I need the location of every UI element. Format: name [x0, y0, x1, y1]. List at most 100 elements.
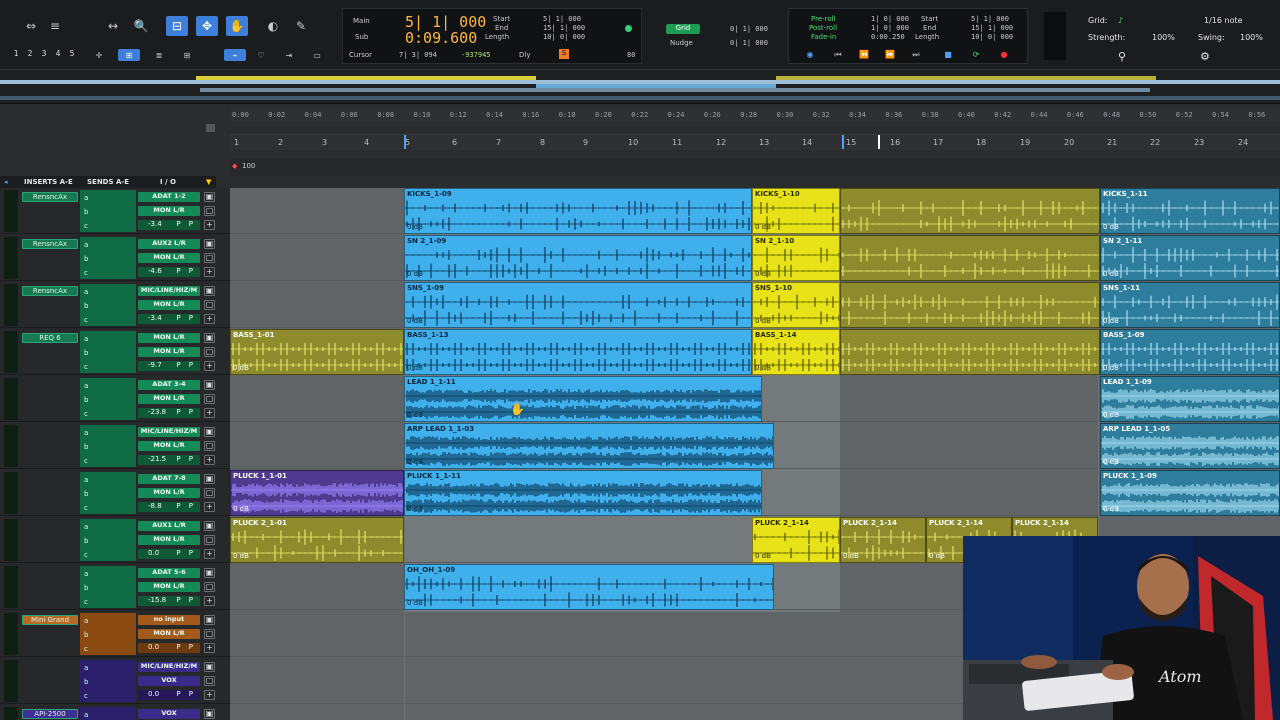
volume-value[interactable]: -3.4 [148, 314, 162, 322]
send-slot-label[interactable]: c [84, 410, 88, 418]
length-value[interactable]: 10| 0| 000 [543, 33, 585, 41]
grid-setting-value[interactable]: 1/16 note [1204, 16, 1243, 25]
send-slot-label[interactable]: b [84, 584, 88, 592]
track-input-icon[interactable]: ▢ [204, 441, 215, 451]
track-record-icon[interactable]: ▣ [204, 615, 215, 625]
audio-clip[interactable]: KICKS_1-10 0 dB [752, 188, 840, 234]
timecode-ruler[interactable]: 0:00 0:02 0:04 0:06 0:08 0:10 0:12 0:14 0:16 0:18… [230, 108, 1280, 122]
send-slot-label[interactable]: c [84, 269, 88, 277]
insertion-follows-icon[interactable]: ▭ [308, 49, 326, 61]
io-output-selector[interactable]: MON L/R [138, 582, 200, 592]
volume-value[interactable]: 0.0 [148, 549, 159, 557]
transport-length-value[interactable]: 10| 0| 000 [971, 33, 1013, 41]
audio-clip[interactable]: LEAD 1_1-09 0 dB [1100, 376, 1280, 422]
send-slot-label[interactable]: a [84, 335, 88, 343]
volume-pan-display[interactable]: -3.4 P P [138, 314, 200, 324]
send-slot-label[interactable]: b [84, 349, 88, 357]
insert-slot[interactable]: RensncAx [22, 286, 78, 296]
tempo-value[interactable]: 80 [627, 51, 635, 59]
audio-clip[interactable]: PLUCK 2_1-14 0 dB [840, 517, 926, 563]
postroll-label[interactable]: Post-roll [809, 24, 837, 32]
sends-column[interactable]: abc [80, 613, 136, 655]
send-slot-label[interactable]: b [84, 443, 88, 451]
send-slot-label[interactable]: b [84, 537, 88, 545]
track-input-icon[interactable]: ▢ [204, 206, 215, 216]
edit-mode-shuffle-icon[interactable]: ✛ [92, 49, 106, 61]
audio-clip[interactable]: ARP LEAD 1_1-05 0 dB [1100, 423, 1280, 469]
sends-column[interactable]: abc [80, 331, 136, 373]
track-strip[interactable]: a b c ADAT 5-6 MON L/R -15.8 P P ▣ ▢ + [0, 564, 230, 610]
send-slot-label[interactable]: c [84, 504, 88, 512]
sends-column[interactable]: abc [80, 660, 136, 702]
add-insert-icon[interactable]: + [204, 408, 215, 418]
io-input-selector[interactable]: MIC/LINE/HIZ/M [138, 662, 200, 672]
strength-value[interactable]: 100% [1152, 33, 1175, 42]
zoom-height-icon[interactable]: ≡ [44, 16, 66, 36]
track-options-icon[interactable]: ▼ [206, 178, 211, 186]
track-record-icon[interactable]: ▣ [204, 521, 215, 531]
io-input-selector[interactable]: MIC/LINE/HIZ/M [138, 286, 200, 296]
track-record-icon[interactable]: ▣ [204, 380, 215, 390]
stop-icon[interactable]: ■ [937, 50, 959, 62]
volume-value[interactable]: -23.8 [148, 408, 166, 416]
pan-value[interactable]: P P [176, 455, 196, 463]
track-strip[interactable]: RensncAx a b c ADAT 1-2 MON L/R -3.4 P P ▣ ▢ + [0, 188, 230, 234]
online-indicator-icon[interactable] [625, 25, 632, 32]
audio-clip[interactable]: PLUCK 1_1-01 0 dB [230, 470, 404, 516]
volume-value[interactable]: -9.7 [148, 361, 162, 369]
grid-value[interactable]: 0| 1| 000 [730, 25, 768, 33]
io-input-selector[interactable]: no input [138, 615, 200, 625]
audio-clip[interactable]: LEAD 1_1-11 0 dB [404, 376, 762, 422]
track-input-icon[interactable]: ▢ [204, 347, 215, 357]
audio-clip[interactable]: PLUCK 2_1-14 0 dB [752, 517, 840, 563]
go-to-end-icon[interactable]: ⏭ [905, 50, 927, 62]
io-output-selector[interactable]: MON L/R [138, 206, 200, 216]
send-slot-label[interactable]: c [84, 551, 88, 559]
audio-clip[interactable]: BASS_1-09 0 dB [1100, 329, 1280, 375]
volume-pan-display[interactable]: 0.0 P P [138, 643, 200, 653]
add-insert-icon[interactable]: + [204, 455, 215, 465]
track-input-icon[interactable]: ▢ [204, 676, 215, 686]
record-icon[interactable]: ● [993, 50, 1015, 62]
end-value[interactable]: 15| 1| 000 [543, 24, 585, 32]
add-insert-icon[interactable]: + [204, 502, 215, 512]
grid-badge[interactable]: Grid [666, 24, 700, 34]
inserts-header[interactable]: INSERTS A-E [24, 178, 73, 186]
return-to-zero-icon[interactable]: ⏮ [827, 50, 849, 62]
fadein-label[interactable]: Fade-in [811, 33, 836, 41]
track-number-1[interactable]: 1 [10, 49, 22, 61]
link-icon[interactable]: ⌁ [224, 49, 246, 61]
online-icon[interactable]: ◉ [799, 50, 821, 62]
nudge-value[interactable]: 0| 1| 000 [730, 39, 768, 47]
io-output-selector[interactable]: MON L/R [138, 488, 200, 498]
pan-value[interactable]: P P [176, 549, 196, 557]
send-slot-label[interactable]: a [84, 570, 88, 578]
sends-column[interactable]: abc [80, 472, 136, 514]
volume-pan-display[interactable]: -23.8 P P [138, 408, 200, 418]
io-output-selector[interactable]: MON L/R [138, 394, 200, 404]
audio-clip[interactable]: PLUCK 1_1-11 0 dB [404, 470, 762, 516]
io-input-selector[interactable]: ADAT 7-8 [138, 474, 200, 484]
sends-column[interactable]: abc [80, 707, 136, 720]
send-slot-label[interactable]: a [84, 476, 88, 484]
volume-value[interactable]: 0.0 [148, 690, 159, 698]
volume-pan-display[interactable]: -4.6 P P [138, 267, 200, 277]
sends-column[interactable]: abc [80, 190, 136, 232]
send-slot-label[interactable]: c [84, 598, 88, 606]
gear-icon[interactable]: ⚙ [1200, 50, 1210, 63]
io-input-selector[interactable]: ADAT 1-2 [138, 192, 200, 202]
track-record-icon[interactable]: ▣ [204, 662, 215, 672]
audio-clip[interactable]: KICKS_1-09 0 dB [404, 188, 752, 234]
pan-value[interactable]: P P [176, 596, 196, 604]
zoom-tracks-icon[interactable]: ⇔ [20, 16, 42, 36]
track-input-icon[interactable]: ▢ [204, 394, 215, 404]
edit-mode-slip-icon[interactable]: ≣ [148, 49, 170, 61]
insert-slot[interactable]: REQ 6 [22, 333, 78, 343]
delay-comp-label[interactable]: Dly [519, 51, 530, 59]
edit-mode-grid-icon[interactable]: ⊞ [176, 49, 198, 61]
mirror-icon[interactable]: ♡ [252, 49, 270, 61]
io-input-selector[interactable]: ADAT 3-4 [138, 380, 200, 390]
send-slot-label[interactable]: c [84, 222, 88, 230]
selector-tool-icon[interactable]: ✥ [196, 16, 218, 36]
zoom-horizontal-icon[interactable]: ↔ [102, 16, 124, 36]
